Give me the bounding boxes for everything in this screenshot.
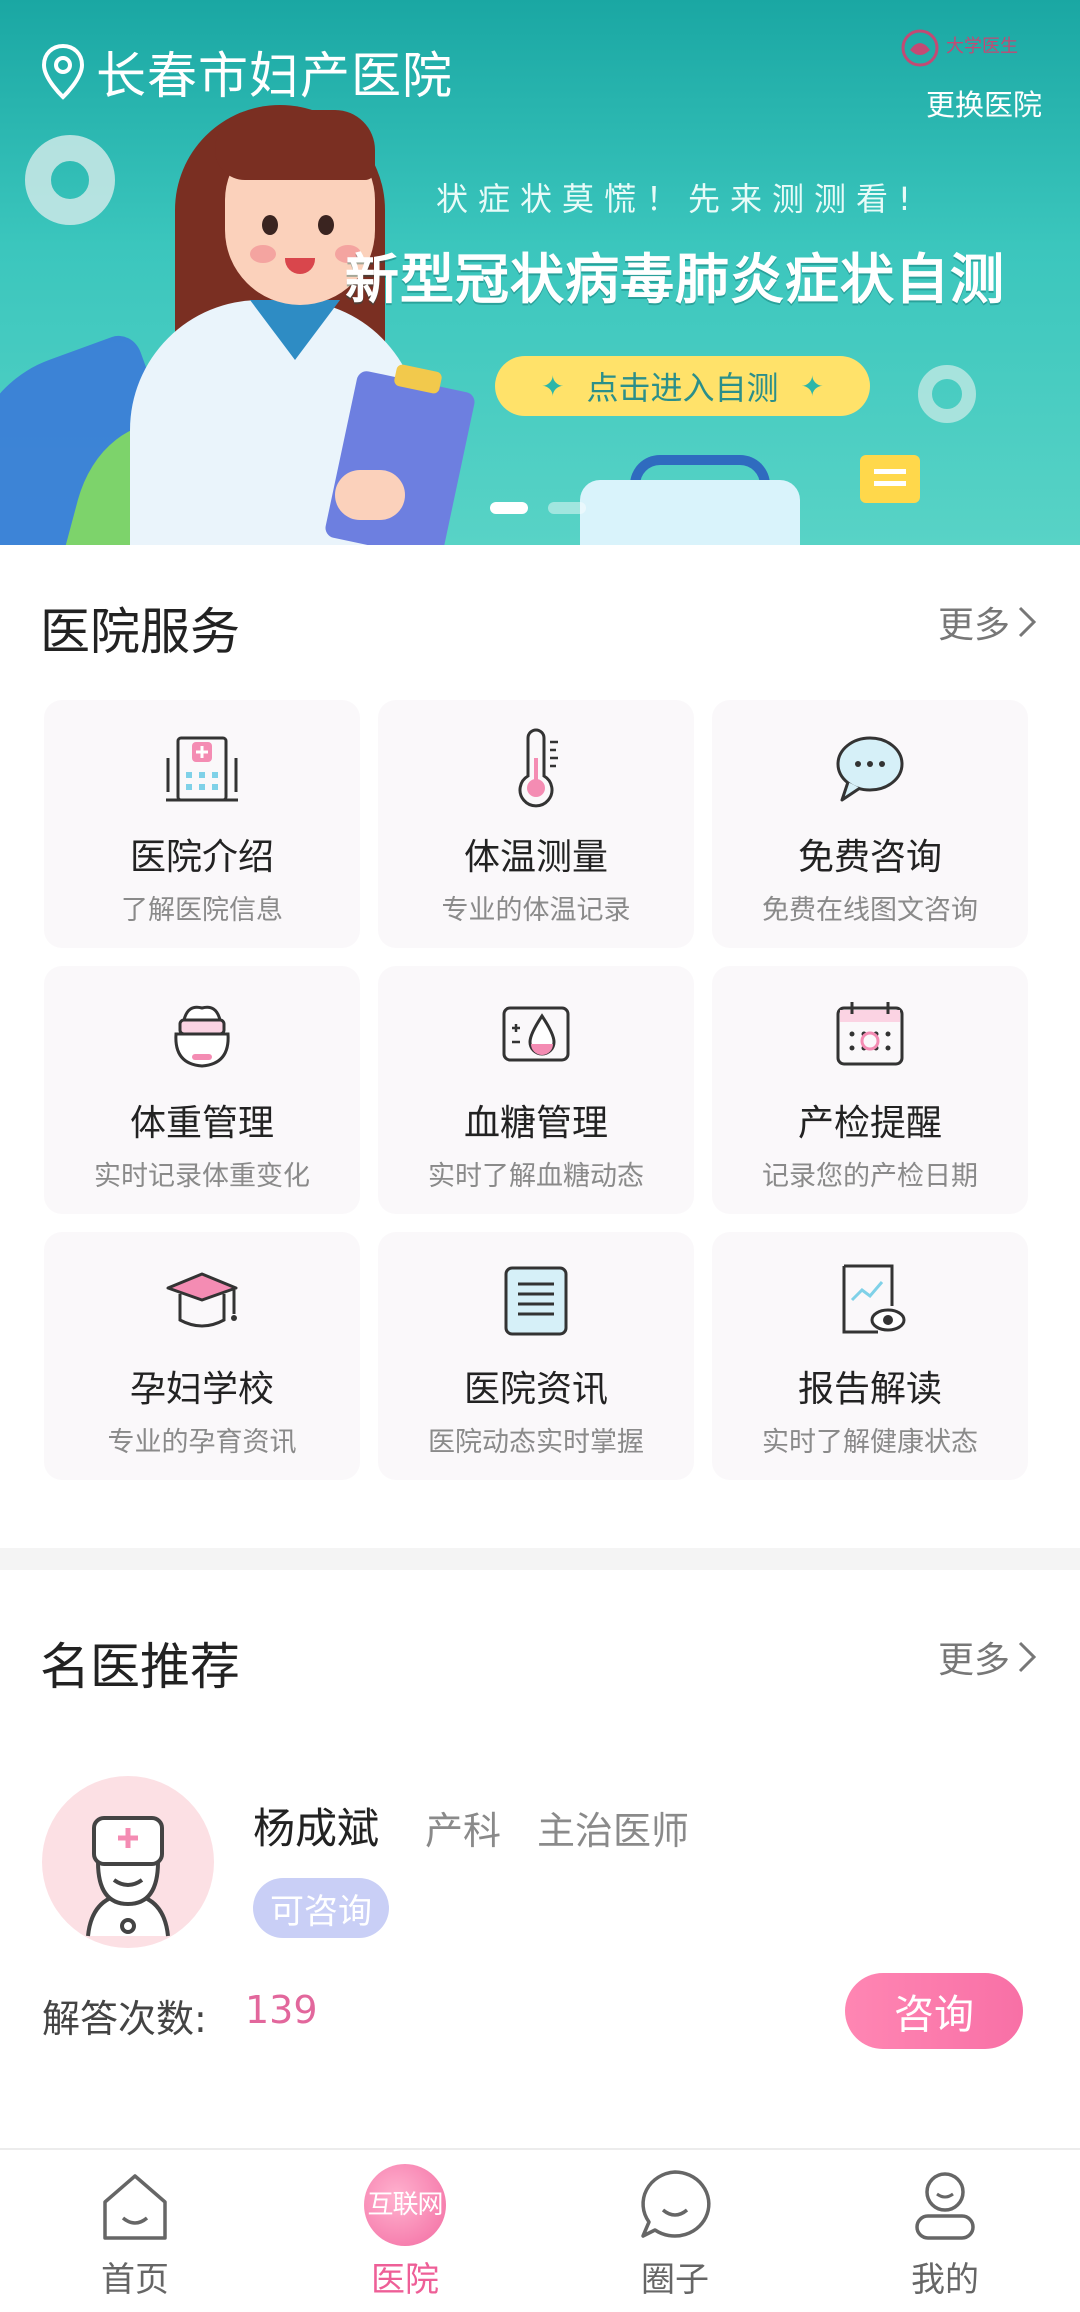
service-title: 医院资讯 — [463, 1369, 608, 1410]
service-weight[interactable]: 体重管理 实时记录体重变化 — [44, 966, 360, 1214]
nav-label: 圈子 — [641, 2260, 709, 2300]
carousel-dot-active[interactable] — [490, 502, 528, 514]
sparkle-icon: ✦ — [800, 369, 824, 403]
more-label: 更多 — [937, 605, 1010, 646]
chat-circle-icon — [641, 2170, 711, 2238]
change-hospital-link[interactable]: 更换医院 — [926, 82, 1042, 124]
doctor-avatar — [42, 1776, 214, 1948]
service-hospital-news[interactable]: 医院资讯 医院动态实时掌握 — [378, 1232, 694, 1480]
doctor-avatar-icon — [86, 1816, 170, 1937]
decor-ring — [25, 135, 115, 225]
chevron-right-icon — [1018, 1641, 1037, 1673]
service-subtitle: 免费在线图文咨询 — [762, 895, 978, 926]
section-divider — [0, 1548, 1080, 1570]
service-report-reading[interactable]: 报告解读 实时了解健康状态 — [712, 1232, 1028, 1480]
calendar-icon — [836, 1002, 904, 1066]
nav-icon-text: 互联网 — [367, 2190, 443, 2220]
medical-bag-illustration — [580, 480, 800, 545]
service-subtitle: 专业的孕育资讯 — [107, 1427, 297, 1458]
self-test-label: 点击进入自测 — [586, 369, 779, 407]
nav-label: 首页 — [101, 2260, 169, 2300]
service-title: 免费咨询 — [797, 837, 942, 878]
service-hospital-intro[interactable]: 医院介绍 了解医院信息 — [44, 700, 360, 948]
service-free-consult[interactable]: 免费咨询 免费在线图文咨询 — [712, 700, 1028, 948]
decor-ring-small — [918, 365, 976, 423]
service-title: 体温测量 — [463, 837, 608, 878]
service-title: 医院介绍 — [129, 837, 274, 878]
location-pin-icon — [41, 43, 85, 100]
service-title: 产检提醒 — [797, 1103, 942, 1144]
sparkle-icon: ✦ — [541, 369, 565, 403]
nav-tab-home[interactable]: 首页 — [0, 2150, 270, 2312]
hospital-icon — [166, 736, 238, 802]
weight-scale-icon — [174, 1005, 230, 1068]
service-subtitle: 实时了解血糖动态 — [428, 1161, 644, 1192]
doctors-more-link[interactable]: 更多 — [938, 1631, 1038, 1683]
blood-drop-icon — [502, 1006, 570, 1062]
doctor-position: 主治医师 — [537, 1809, 690, 1853]
service-title: 报告解读 — [797, 1369, 942, 1410]
message-icon-decor — [860, 455, 920, 503]
nav-label: 医院 — [371, 2260, 439, 2300]
thermometer-icon — [518, 728, 558, 808]
home-icon — [103, 2174, 167, 2240]
answer-count-value: 139 — [245, 1988, 318, 2032]
service-subtitle: 记录您的产检日期 — [762, 1161, 978, 1192]
self-test-button[interactable]: ✦ 点击进入自测 ✦ — [495, 356, 870, 416]
chevron-right-icon — [1018, 606, 1037, 638]
service-title: 孕妇学校 — [129, 1369, 274, 1410]
service-subtitle: 实时记录体重变化 — [94, 1161, 310, 1192]
report-eye-icon — [842, 1264, 906, 1334]
location-selector[interactable]: 长春市妇产医院 — [40, 36, 453, 108]
profile-icon — [915, 2172, 975, 2240]
service-subtitle: 实时了解健康状态 — [762, 1427, 978, 1458]
graduation-cap-icon — [166, 1272, 238, 1328]
nav-label: 我的 — [911, 2260, 979, 2300]
services-more-link[interactable]: 更多 — [938, 596, 1038, 648]
news-icon — [504, 1266, 568, 1336]
service-subtitle: 了解医院信息 — [121, 895, 283, 926]
consult-button[interactable]: 咨询 — [845, 1973, 1023, 2049]
service-blood-sugar[interactable]: 血糖管理 实时了解血糖动态 — [378, 966, 694, 1214]
answer-count-label: 解答次数: — [42, 1997, 207, 2041]
nav-tab-mine[interactable]: 我的 — [810, 2150, 1080, 2312]
service-subtitle: 医院动态实时掌握 — [428, 1427, 644, 1458]
section-title-services: 医院服务 — [40, 603, 240, 661]
bottom-nav: 首页 互联网 医院 圈子 我的 — [0, 2148, 1080, 2312]
partner-logo-text: 大学医生 — [946, 36, 1018, 57]
promo-banner[interactable]: 长春市妇产医院 大学医生 更换医院 状症状莫慌！先来测测看! 新型冠状病毒肺炎症… — [0, 0, 1080, 545]
service-subtitle: 专业的体温记录 — [441, 895, 631, 926]
more-label: 更多 — [937, 1640, 1010, 1681]
service-pregnancy-school[interactable]: 孕妇学校 专业的孕育资讯 — [44, 1232, 360, 1480]
chat-bubble-icon — [836, 736, 904, 802]
banner-headline: 新型冠状病毒肺炎症状自测 — [345, 248, 1005, 311]
banner-tagline: 状症状莫慌！先来测测看! — [436, 180, 921, 218]
service-title: 血糖管理 — [463, 1103, 608, 1144]
doctor-department: 产科 — [425, 1809, 502, 1853]
service-title: 体重管理 — [129, 1103, 274, 1144]
section-title-doctors: 名医推荐 — [40, 1638, 240, 1696]
partner-logo-icon — [901, 29, 939, 67]
nav-tab-hospital[interactable]: 互联网 医院 — [270, 2150, 540, 2312]
service-temperature[interactable]: 体温测量 专业的体温记录 — [378, 700, 694, 948]
doctor-name: 杨成斌 — [253, 1804, 380, 1853]
consult-available-badge: 可咨询 — [253, 1878, 389, 1938]
carousel-dot[interactable] — [548, 502, 586, 514]
service-prenatal-reminder[interactable]: 产检提醒 记录您的产检日期 — [712, 966, 1028, 1214]
nav-tab-circle[interactable]: 圈子 — [540, 2150, 810, 2312]
hospital-name: 长春市妇产医院 — [96, 47, 453, 105]
